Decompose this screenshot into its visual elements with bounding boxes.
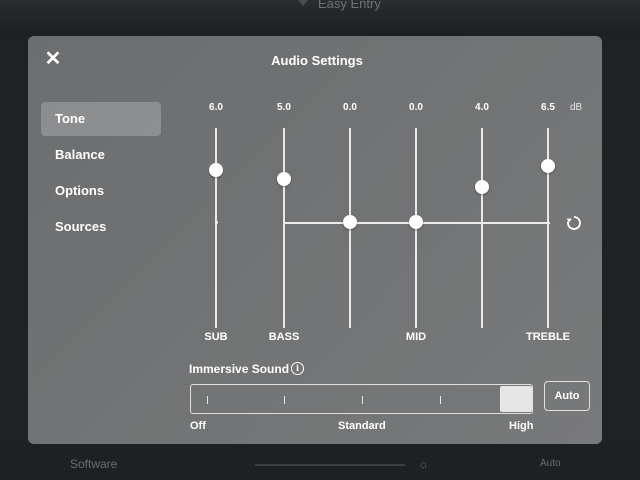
immersive-stop-high[interactable]: High (509, 420, 533, 432)
eq-band-track[interactable] (481, 128, 483, 328)
eq-band-value: 5.0 (277, 102, 291, 113)
reset-icon[interactable] (565, 214, 583, 232)
eq-band-value: 4.0 (475, 102, 489, 113)
background-slider-line (255, 464, 405, 466)
brightness-icon: ☼ (418, 457, 429, 471)
auto-button[interactable]: Auto (544, 381, 590, 411)
background-top-bar: Easy Entry (0, 0, 640, 36)
equalizer: dB 6.0 SUB 5.0 BASS 0.0 0.0 MID 4.0 6.5 TREBLE (28, 36, 606, 444)
eq-band-value: 0.0 (409, 102, 423, 113)
eq-band-value: 6.5 (541, 102, 555, 113)
eq-band-knob[interactable] (409, 215, 423, 229)
slider-tick (207, 396, 208, 404)
eq-band-value: 0.0 (343, 102, 357, 113)
immersive-stop-standard[interactable]: Standard (338, 420, 386, 432)
background-top-label: Easy Entry (318, 0, 381, 11)
immersive-sound-slider[interactable] (190, 384, 533, 414)
slider-tick (440, 396, 441, 404)
immersive-slider-thumb[interactable] (500, 386, 532, 412)
eq-band-knob[interactable] (541, 158, 555, 173)
eq-band-knob[interactable] (343, 215, 357, 229)
chevron-icon (298, 0, 308, 6)
background-auto-label: Auto (540, 458, 561, 469)
immersive-sound-label: Immersive Sound (189, 362, 290, 376)
eq-band-track[interactable] (283, 128, 285, 328)
eq-band-knob[interactable] (277, 171, 291, 186)
eq-band-label: TREBLE (526, 331, 570, 343)
slider-tick (284, 396, 285, 404)
eq-band-label: SUB (204, 331, 228, 343)
background-bottom-bar: Software ☼ Auto (0, 446, 640, 480)
background-software-label: Software (70, 457, 118, 471)
eq-unit-label: dB (570, 102, 583, 113)
slider-tick (362, 396, 363, 404)
eq-band-label: MID (405, 331, 427, 343)
eq-band-knob[interactable] (209, 163, 223, 177)
eq-center-marker (214, 220, 218, 224)
info-icon[interactable]: i (291, 362, 304, 375)
eq-band-knob[interactable] (475, 180, 489, 195)
eq-band-track[interactable] (215, 128, 217, 328)
eq-band-label: BASS (268, 331, 300, 343)
immersive-stop-off[interactable]: Off (190, 420, 206, 432)
eq-band-value: 6.0 (209, 102, 223, 113)
audio-settings-panel: ✕ Audio Settings Tone Balance Options So… (28, 36, 602, 444)
